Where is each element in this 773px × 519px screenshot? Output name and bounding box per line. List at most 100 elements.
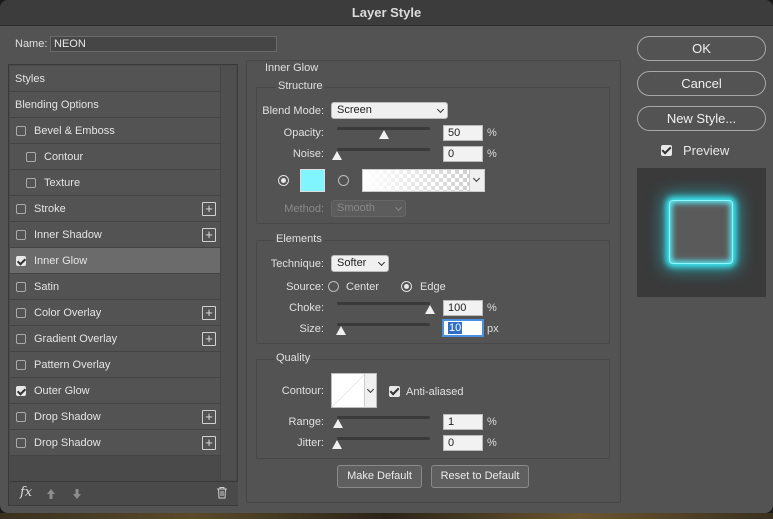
style-checkbox[interactable] [16, 412, 26, 422]
style-item-label: Satin [34, 281, 60, 293]
anti-aliased-label[interactable]: Anti-aliased [406, 386, 463, 398]
technique-select[interactable]: Softer [331, 255, 389, 272]
choke-slider[interactable] [337, 302, 430, 305]
size-unit: px [487, 323, 499, 335]
styles-list: Styles Blending Options Bevel & Emboss Cont… [8, 64, 238, 506]
gradient-picker[interactable] [362, 169, 485, 192]
jitter-slider[interactable] [337, 437, 430, 440]
add-icon[interactable]: + [202, 306, 216, 320]
choke-slider-thumb[interactable] [425, 305, 435, 314]
preview-label[interactable]: Preview [683, 143, 729, 158]
style-item-label: Bevel & Emboss [34, 125, 115, 137]
range-input[interactable]: 1 [443, 414, 483, 430]
style-item[interactable]: Drop Shadow + [10, 430, 220, 456]
style-item[interactable]: Drop Shadow + [10, 404, 220, 430]
gradient-dropdown[interactable] [469, 170, 484, 191]
style-item-label: Texture [44, 177, 81, 189]
anti-aliased-checkbox[interactable] [389, 386, 400, 397]
gradient-radio[interactable] [338, 175, 349, 186]
style-checkbox[interactable] [16, 334, 26, 344]
choke-input[interactable]: 100 [443, 300, 483, 316]
add-icon[interactable]: + [202, 410, 216, 424]
style-checkbox[interactable] [16, 282, 26, 292]
style-item[interactable]: Styles [10, 66, 220, 92]
style-item-label: Inner Glow [34, 255, 88, 267]
style-checkbox[interactable] [16, 360, 26, 370]
source-edge-label[interactable]: Edge [420, 281, 446, 293]
style-item[interactable]: Inner Glow [10, 248, 220, 274]
style-item[interactable]: Bevel & Emboss [10, 118, 220, 144]
range-slider[interactable] [337, 416, 430, 419]
source-edge-radio[interactable] [401, 281, 412, 292]
style-item-label: Stroke [34, 203, 66, 215]
add-icon[interactable]: + [202, 202, 216, 216]
noise-slider[interactable] [337, 148, 430, 151]
style-checkbox[interactable] [26, 178, 36, 188]
style-item[interactable]: Blending Options [10, 92, 220, 118]
style-item[interactable]: Stroke + [10, 196, 220, 222]
style-item[interactable]: Satin [10, 274, 220, 300]
style-item[interactable]: Texture [10, 170, 220, 196]
contour-picker[interactable] [331, 373, 377, 408]
move-up-icon[interactable] [46, 488, 56, 500]
cancel-button[interactable]: Cancel [637, 71, 766, 96]
style-checkbox[interactable] [16, 438, 26, 448]
style-item[interactable]: Contour [10, 144, 220, 170]
range-unit: % [487, 416, 497, 428]
range-slider-thumb[interactable] [332, 419, 343, 428]
style-item[interactable]: Gradient Overlay + [10, 326, 220, 352]
style-item[interactable]: Pattern Overlay [10, 352, 220, 378]
blend-mode-select[interactable]: Screen [331, 102, 448, 119]
noise-input[interactable]: 0 [443, 146, 483, 162]
size-input[interactable]: 10 [442, 319, 484, 337]
source-center-radio[interactable] [328, 281, 339, 292]
panel-title: Inner Glow [265, 62, 319, 74]
style-item[interactable]: Inner Shadow + [10, 222, 220, 248]
make-default-button[interactable]: Make Default [337, 465, 422, 488]
style-checkbox[interactable] [16, 126, 26, 136]
styles-items: Styles Blending Options Bevel & Emboss Cont… [10, 66, 220, 456]
noise-label: Noise: [292, 148, 324, 160]
style-item[interactable]: Outer Glow [10, 378, 220, 404]
technique-label: Technique: [270, 258, 324, 270]
add-icon[interactable]: + [202, 332, 216, 346]
opacity-input[interactable]: 50 [443, 125, 483, 141]
jitter-input[interactable]: 0 [443, 435, 483, 451]
fx-icon[interactable]: fx [20, 485, 32, 500]
style-item-label: Drop Shadow [34, 437, 101, 449]
style-checkbox[interactable] [16, 230, 26, 240]
move-down-icon[interactable] [72, 488, 82, 500]
preview-checkbox[interactable] [661, 145, 672, 156]
noise-slider-thumb[interactable] [332, 151, 342, 160]
reset-default-button[interactable]: Reset to Default [431, 465, 529, 488]
style-item[interactable]: Color Overlay + [10, 300, 220, 326]
add-icon[interactable]: + [202, 436, 216, 450]
size-slider-thumb[interactable] [335, 326, 346, 335]
color-radio[interactable] [278, 175, 289, 186]
style-item-label: Color Overlay [34, 307, 102, 319]
style-checkbox[interactable] [16, 256, 26, 266]
chevron-down-icon [366, 385, 375, 394]
chevron-down-icon [436, 105, 445, 114]
style-checkbox[interactable] [26, 152, 36, 162]
style-checkbox[interactable] [16, 204, 26, 214]
blend-mode-label: Blend Mode: [262, 105, 324, 117]
quality-title: Quality [274, 352, 313, 364]
structure-title: Structure [276, 80, 325, 92]
opacity-slider-thumb[interactable] [378, 130, 389, 139]
jitter-slider-thumb[interactable] [332, 440, 342, 449]
styles-scrollbar[interactable] [220, 66, 236, 480]
glow-color-swatch[interactable] [300, 169, 325, 192]
style-checkbox[interactable] [16, 386, 26, 396]
add-icon[interactable]: + [202, 228, 216, 242]
trash-icon[interactable] [216, 486, 228, 499]
size-slider[interactable] [337, 323, 430, 326]
ok-button[interactable]: OK [637, 36, 766, 61]
name-input[interactable]: NEON [50, 36, 277, 52]
contour-dropdown[interactable] [364, 374, 376, 407]
source-center-label[interactable]: Center [346, 281, 379, 293]
style-checkbox[interactable] [16, 308, 26, 318]
chevron-down-icon [394, 203, 403, 212]
new-style-button[interactable]: New Style... [637, 106, 766, 131]
method-value: Smooth [337, 202, 375, 214]
